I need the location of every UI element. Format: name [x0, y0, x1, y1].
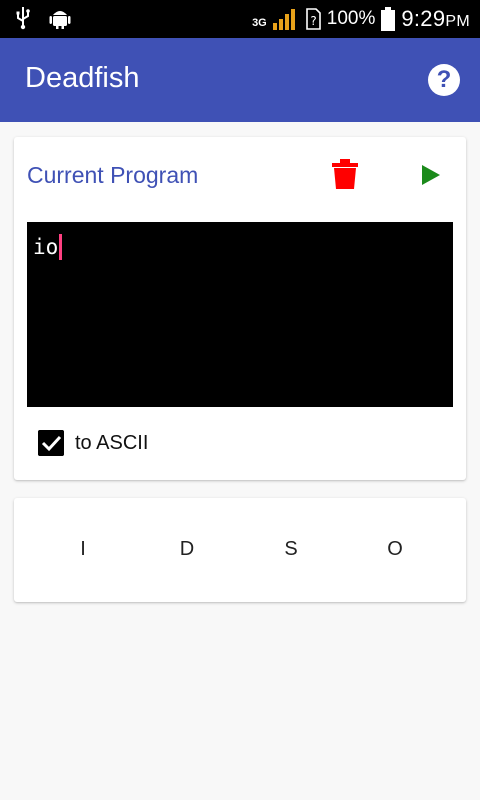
program-code-text: io: [33, 235, 59, 259]
app-title: Deadfish: [25, 62, 140, 94]
trash-icon[interactable]: [332, 159, 358, 189]
svg-text:?: ?: [310, 14, 316, 28]
program-editor[interactable]: io: [27, 222, 453, 407]
clock-ampm: PM: [445, 13, 470, 30]
battery-icon: [381, 7, 396, 31]
command-keys-card: I D S O: [14, 498, 466, 602]
status-bar: 3G ? 100% 9:29PM: [0, 0, 480, 38]
card-title: Current Program: [27, 162, 199, 188]
help-circle-icon[interactable]: ?: [428, 64, 460, 96]
key-d-button[interactable]: D: [167, 538, 207, 561]
android-icon: [49, 11, 71, 29]
signal-icon: [272, 9, 295, 30]
key-s-button[interactable]: S: [271, 538, 311, 561]
key-o-button[interactable]: O: [375, 538, 415, 561]
network-type-label: 3G: [252, 17, 267, 29]
ascii-checkbox[interactable]: [38, 430, 64, 456]
app-bar: Deadfish ?: [0, 38, 480, 122]
text-cursor: [59, 234, 63, 260]
unknown-sim-icon: ?: [305, 8, 321, 30]
program-code: io: [33, 234, 63, 260]
clock: 9:29PM: [401, 6, 470, 32]
ascii-checkbox-label[interactable]: to ASCII: [75, 432, 148, 455]
key-i-button[interactable]: I: [63, 538, 103, 561]
play-icon[interactable]: [420, 163, 442, 187]
program-card: Current Program io to ASCII: [14, 137, 466, 480]
usb-icon: [16, 7, 30, 30]
battery-percent: 100%: [326, 8, 376, 29]
clock-time: 9:29: [401, 6, 446, 31]
